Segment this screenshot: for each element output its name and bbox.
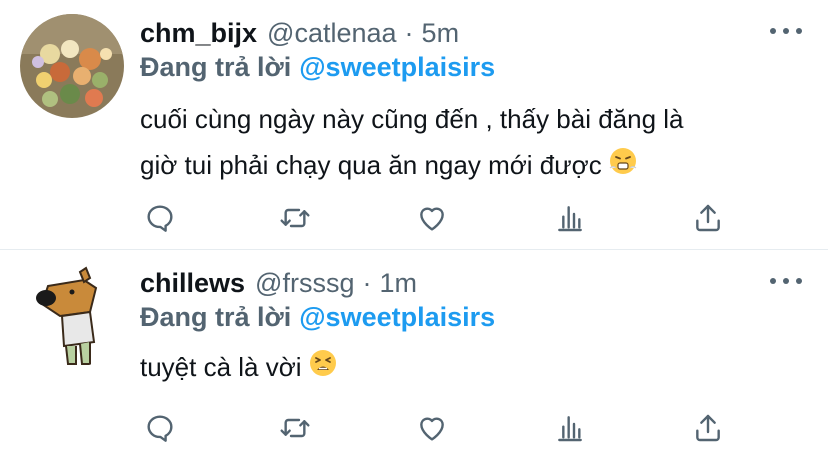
like-icon[interactable]	[412, 198, 452, 238]
user-handle[interactable]: @frsssg	[255, 268, 354, 299]
tweet-text-line: giờ tui phải chạy qua ăn ngay mới được	[140, 150, 602, 180]
separator-dot: ·	[362, 268, 372, 298]
tweet-text: cuối cùng ngày này cũng đến , thấy bài đ…	[140, 96, 800, 190]
face-with-steam-from-nose-icon	[608, 144, 638, 190]
tweet-actions	[140, 198, 730, 238]
reply-mention-link[interactable]: @sweetplaisirs	[299, 302, 495, 332]
more-options-icon[interactable]	[770, 276, 802, 286]
timestamp[interactable]: 1m	[379, 268, 417, 299]
cartoon-dog-character	[20, 264, 124, 368]
tweet-text-line-with-emoji: giờ tui phải chạy qua ăn ngay mới được	[140, 142, 800, 190]
flower-bouquet-photo	[20, 14, 124, 118]
retweet-icon[interactable]	[275, 408, 315, 448]
replying-to-label: Đang trả lời	[140, 302, 292, 332]
tweet-actions	[140, 408, 730, 448]
retweet-icon[interactable]	[275, 198, 315, 238]
tweet-text-line-with-emoji: tuyệt cà là vời	[140, 344, 800, 392]
display-name[interactable]: chm_bijx	[140, 18, 257, 49]
tired-face-icon	[308, 346, 338, 392]
analytics-icon[interactable]	[550, 198, 590, 238]
tweet-header: chillews @frsssg · 1m	[140, 268, 417, 299]
avatar[interactable]	[20, 264, 124, 368]
replying-to: Đang trả lời @sweetplaisirs	[140, 302, 495, 333]
display-name[interactable]: chillews	[140, 268, 245, 299]
reply-icon[interactable]	[140, 198, 180, 238]
tweet-header: chm_bijx @catlenaa · 5m	[140, 18, 459, 49]
separator-dot: ·	[404, 18, 414, 48]
tweet[interactable]: chillews @frsssg · 1m Đang trả lời @sweet…	[0, 250, 828, 463]
user-handle[interactable]: @catlenaa	[267, 18, 397, 49]
tweet-text-line: cuối cùng ngày này cũng đến , thấy bài đ…	[140, 104, 684, 134]
share-icon[interactable]	[688, 408, 728, 448]
reply-icon[interactable]	[140, 408, 180, 448]
timestamp[interactable]: 5m	[422, 18, 460, 49]
analytics-icon[interactable]	[550, 408, 590, 448]
tweet[interactable]: chm_bijx @catlenaa · 5m Đang trả lời @swe…	[0, 0, 828, 250]
avatar[interactable]	[20, 14, 124, 118]
replying-to: Đang trả lời @sweetplaisirs	[140, 52, 495, 83]
tweet-text: tuyệt cà là vời	[140, 344, 800, 392]
reply-mention-link[interactable]: @sweetplaisirs	[299, 52, 495, 82]
share-icon[interactable]	[688, 198, 728, 238]
more-options-icon[interactable]	[770, 26, 802, 36]
tweet-text-line: tuyệt cà là vời	[140, 352, 302, 382]
like-icon[interactable]	[412, 408, 452, 448]
replying-to-label: Đang trả lời	[140, 52, 292, 82]
